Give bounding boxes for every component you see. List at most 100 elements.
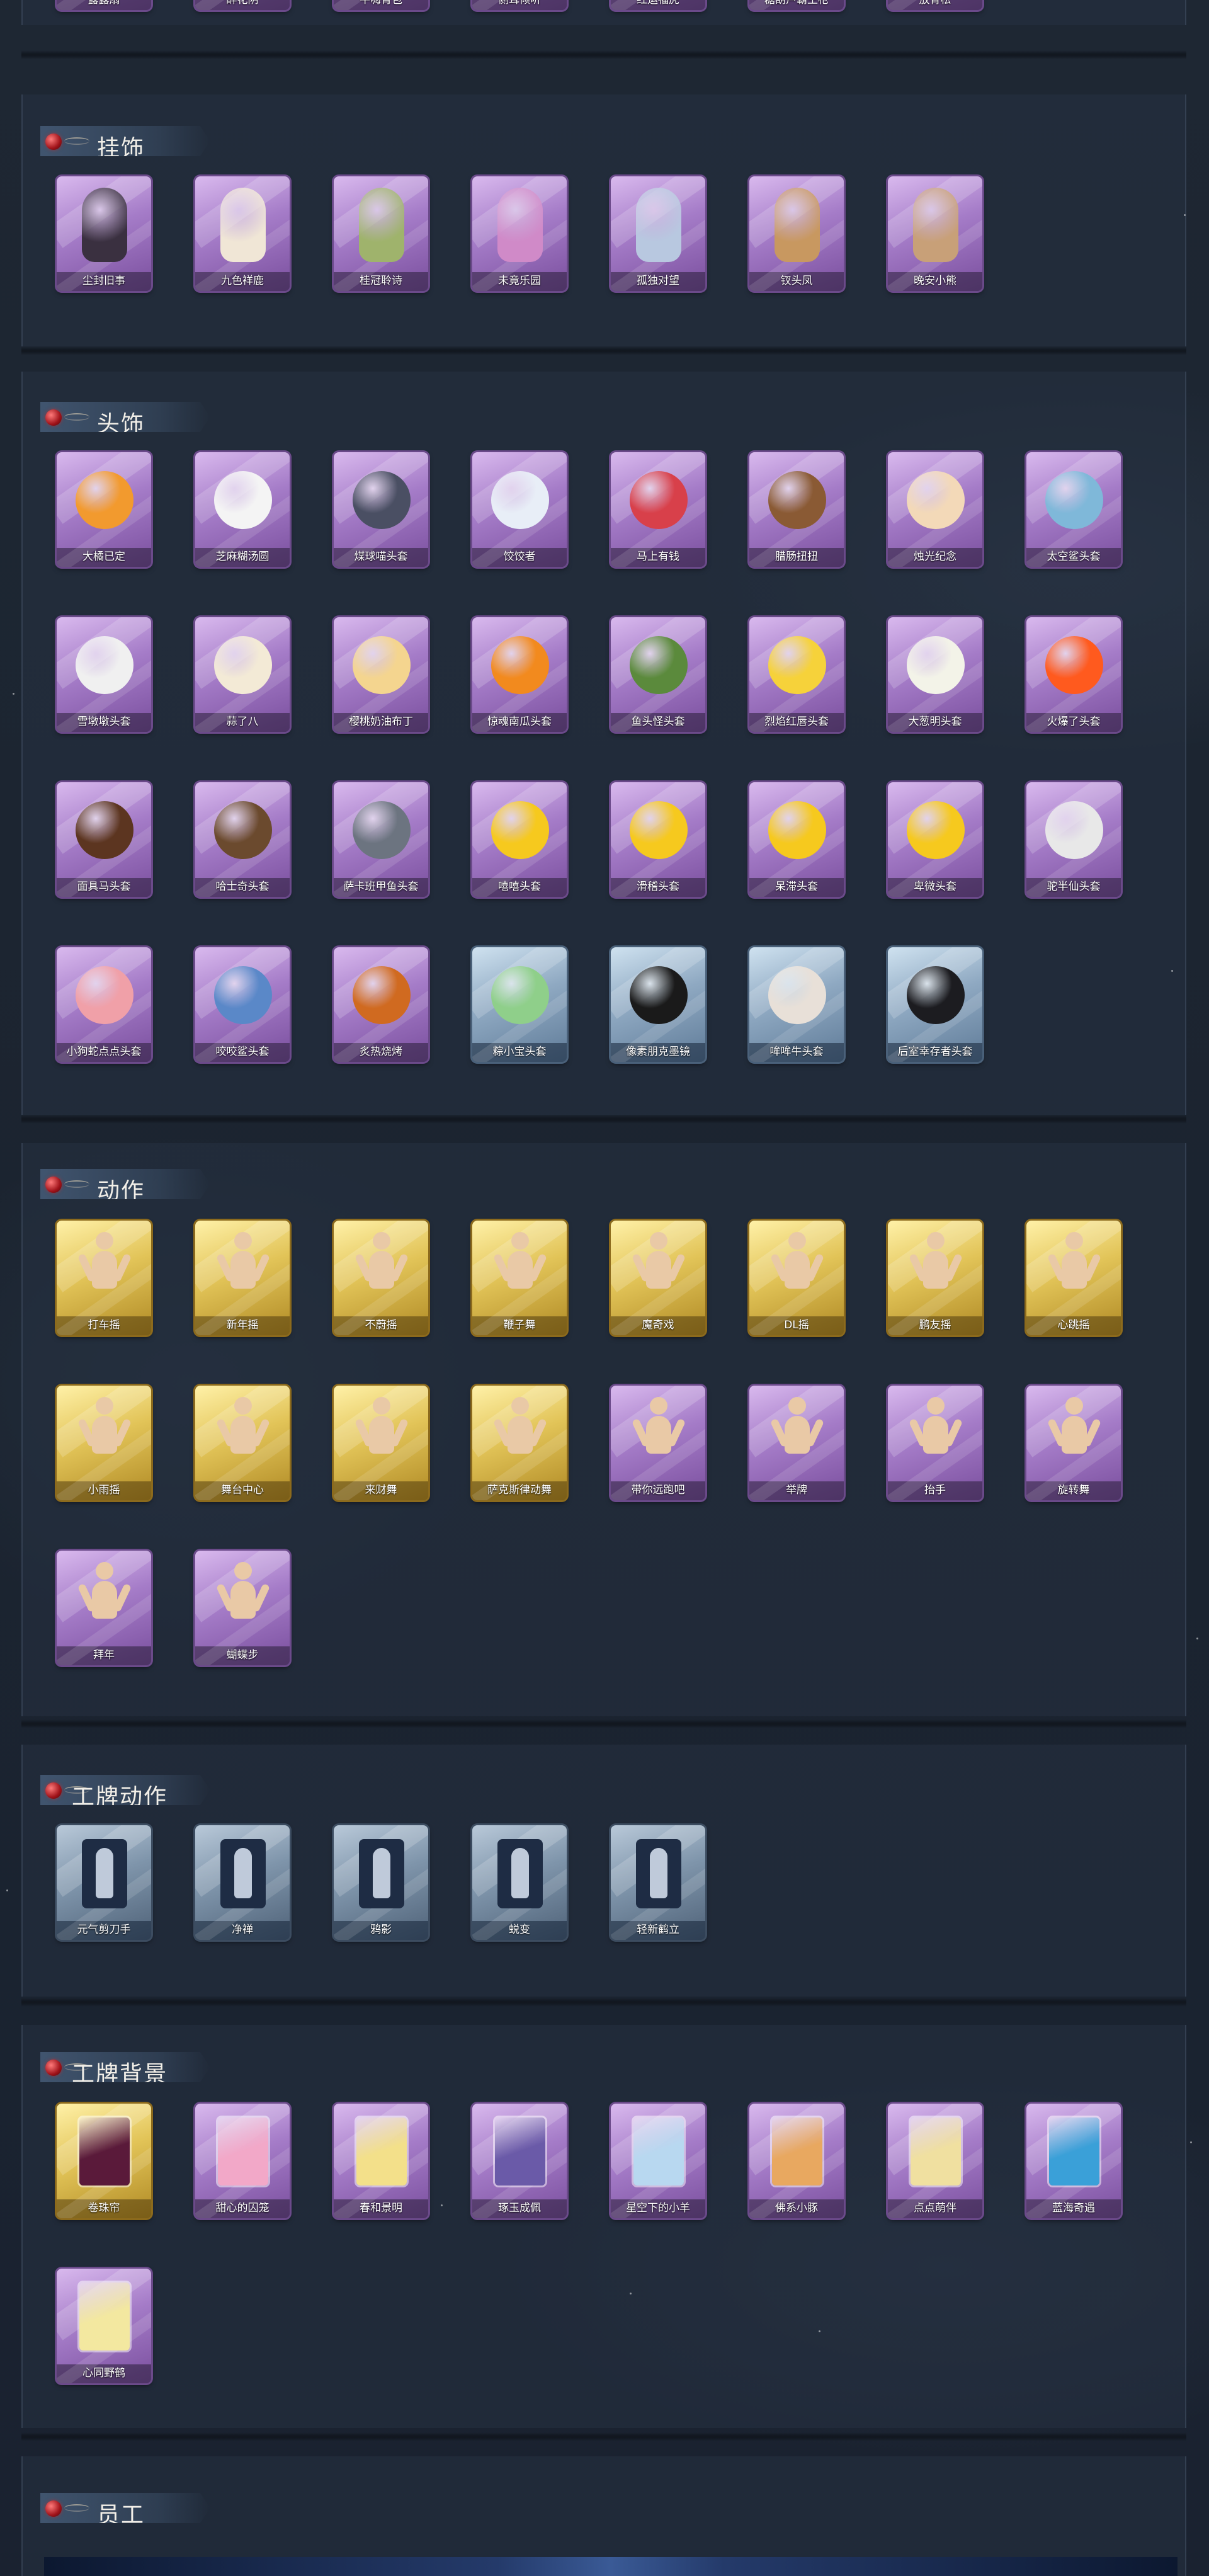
- item-tile[interactable]: 醉花阴: [193, 0, 292, 19]
- item-tile[interactable]: 马上有钱: [608, 450, 708, 576]
- item-tile[interactable]: 露露扇: [54, 0, 154, 19]
- item-tile[interactable]: 哈士奇头套: [193, 780, 292, 906]
- item-tile[interactable]: 烈焰红唇头套: [747, 615, 846, 741]
- dance-pose-icon: [77, 1562, 132, 1636]
- item-tile[interactable]: DL摇: [747, 1218, 846, 1344]
- item-tile[interactable]: 星空下的小羊: [608, 2101, 708, 2227]
- item-tile[interactable]: 打车摇: [54, 1218, 154, 1344]
- item-tile[interactable]: 烛光纪念: [885, 450, 985, 576]
- item-tile[interactable]: 滑稽头套: [608, 780, 708, 906]
- item-tile[interactable]: 鱼头怪头套: [608, 615, 708, 741]
- star-dot: [6, 1889, 8, 1891]
- item-label: 心同野鹤: [82, 2367, 125, 2379]
- item-tile[interactable]: 桂冠聆诗: [331, 174, 431, 300]
- item-tile[interactable]: 钗头凤: [747, 174, 846, 300]
- item-tile[interactable]: 惊魂南瓜头套: [470, 615, 569, 741]
- item-tile[interactable]: 净禅: [193, 1823, 292, 1949]
- item-tile[interactable]: 尘封旧事: [54, 174, 154, 300]
- headwear-mask-icon: [491, 471, 549, 529]
- item-tile[interactable]: 轻新鹤立: [608, 1823, 708, 1949]
- item-tile[interactable]: 腊肠扭扭: [747, 450, 846, 576]
- item-tile[interactable]: 甜心的囚笼: [193, 2101, 292, 2227]
- item-tile[interactable]: 卑微头套: [885, 780, 985, 906]
- headwear-mask-icon: [907, 636, 965, 694]
- item-tile[interactable]: 芝麻糊汤圆: [193, 450, 292, 576]
- item-tile[interactable]: 新年摇: [193, 1218, 292, 1344]
- item-tile[interactable]: 点点萌伴: [885, 2101, 985, 2227]
- dance-pose-icon: [77, 1397, 132, 1471]
- item-tile[interactable]: 旋转舞: [1024, 1383, 1123, 1509]
- item-tile[interactable]: 萨克斯律动舞: [470, 1383, 569, 1509]
- item-tile[interactable]: 蝴蝶步: [193, 1548, 292, 1674]
- item-tile[interactable]: 面具马头套: [54, 780, 154, 906]
- item-tile[interactable]: 后室幸存者头套: [885, 945, 985, 1071]
- item-tile[interactable]: 雪墩墩头套: [54, 615, 154, 741]
- item-tile[interactable]: 鞭子舞: [470, 1218, 569, 1344]
- item-tile[interactable]: 心同野鹤: [54, 2266, 154, 2392]
- item-tile[interactable]: 带你远跑吧: [608, 1383, 708, 1509]
- section-divider: [21, 50, 1186, 59]
- item-tile[interactable]: 萨卡班甲鱼头套: [331, 780, 431, 906]
- item-tile[interactable]: 蒜了八: [193, 615, 292, 741]
- item-tile[interactable]: 元气剪刀手: [54, 1823, 154, 1949]
- item-tile[interactable]: 饺饺者: [470, 450, 569, 576]
- item-tile[interactable]: 炙热烧烤: [331, 945, 431, 1071]
- item-tile[interactable]: 小雨摇: [54, 1383, 154, 1509]
- item-card: 芝麻糊汤圆: [195, 452, 290, 567]
- item-tile[interactable]: 红运福虎: [608, 0, 708, 19]
- item-tile[interactable]: 琢玉成佩: [470, 2101, 569, 2227]
- item-tile[interactable]: 春和景明: [331, 2101, 431, 2227]
- item-tile[interactable]: 糖葫芦霸王枪: [747, 0, 846, 19]
- item-tile[interactable]: 大橘已定: [54, 450, 154, 576]
- item-tile[interactable]: 侧耳倾听: [470, 0, 569, 19]
- badge-frame-icon: [495, 2117, 545, 2186]
- item-tile[interactable]: 拜年: [54, 1548, 154, 1674]
- item-label: 大葱明头套: [908, 715, 962, 728]
- item-tile[interactable]: 咬咬鲨头套: [193, 945, 292, 1071]
- item-tile[interactable]: 大葱明头套: [885, 615, 985, 741]
- item-tile[interactable]: 鹏友摇: [885, 1218, 985, 1344]
- item-tile[interactable]: 蜕变: [470, 1823, 569, 1949]
- item-tile[interactable]: 来财舞: [331, 1383, 431, 1509]
- item-label: 小狗蛇点点头套: [66, 1046, 142, 1058]
- item-tile[interactable]: 蓝海奇遇: [1024, 2101, 1123, 2227]
- item-tile[interactable]: 呆滞头套: [747, 780, 846, 906]
- item-tile[interactable]: 像素朋克墨镜: [608, 945, 708, 1071]
- item-tile[interactable]: 舞台中心: [193, 1383, 292, 1509]
- item-tile[interactable]: 粽小宝头套: [470, 945, 569, 1071]
- item-card: 魔奇戏: [611, 1221, 705, 1335]
- item-tile[interactable]: 举牌: [747, 1383, 846, 1509]
- section-divider: [21, 1998, 1186, 2007]
- badge-pose-icon: [82, 1839, 127, 1908]
- item-label: 孤独对望: [637, 275, 679, 287]
- item-tile[interactable]: 未竟乐园: [470, 174, 569, 300]
- item-tile[interactable]: 火爆了头套: [1024, 615, 1123, 741]
- item-tile[interactable]: 牛嗨背包: [331, 0, 431, 19]
- item-card: 后室幸存者头套: [888, 947, 982, 1062]
- item-card: 萨克斯律动舞: [472, 1386, 567, 1500]
- item-tile[interactable]: 嘻嘻头套: [470, 780, 569, 906]
- item-tile[interactable]: 心跳摇: [1024, 1218, 1123, 1344]
- item-card: 嘻嘻头套: [472, 782, 567, 897]
- item-tile[interactable]: 晚安小熊: [885, 174, 985, 300]
- item-tile[interactable]: 哞哞牛头套: [747, 945, 846, 1071]
- item-tile[interactable]: 佛系小豚: [747, 2101, 846, 2227]
- item-tile[interactable]: 抬手: [885, 1383, 985, 1509]
- item-tile[interactable]: 小狗蛇点点头套: [54, 945, 154, 1071]
- item-tile[interactable]: 放青松: [885, 0, 985, 19]
- item-tile[interactable]: 孤独对望: [608, 174, 708, 300]
- item-label: 蜕变: [509, 1923, 530, 1936]
- badge-frame-icon: [1049, 2117, 1099, 2186]
- item-tile[interactable]: 鸦影: [331, 1823, 431, 1949]
- ruby-gem-icon: [45, 2060, 62, 2076]
- item-tile[interactable]: 九色祥鹿: [193, 174, 292, 300]
- item-tile[interactable]: 卷珠帘: [54, 2101, 154, 2227]
- item-tile[interactable]: 樱桃奶油布丁: [331, 615, 431, 741]
- headwear-mask-icon: [76, 966, 133, 1024]
- item-tile[interactable]: 驼半仙头套: [1024, 780, 1123, 906]
- item-tile[interactable]: 不蔚摇: [331, 1218, 431, 1344]
- badge-frame-icon: [772, 2117, 822, 2186]
- item-tile[interactable]: 太空鲨头套: [1024, 450, 1123, 576]
- item-tile[interactable]: 煤球喵头套: [331, 450, 431, 576]
- item-tile[interactable]: 魔奇戏: [608, 1218, 708, 1344]
